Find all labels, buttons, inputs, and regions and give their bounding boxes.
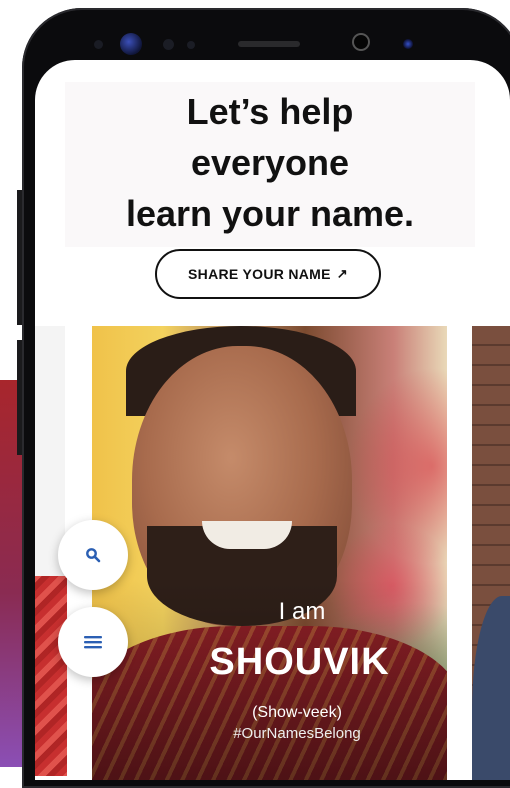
phone-sensor bbox=[94, 40, 103, 49]
name-card[interactable]: I am SHOUVIK (Show-veek) #OurNamesBelong bbox=[92, 326, 447, 780]
carousel-gap bbox=[35, 326, 65, 576]
phone-sensor bbox=[163, 39, 174, 50]
hero-headline: Let’s help everyone learn your name. bbox=[65, 86, 475, 239]
share-your-name-button[interactable]: SHARE YOUR NAME ↗ bbox=[155, 249, 381, 299]
card-intro-text: I am bbox=[278, 598, 326, 625]
card-pronunciation: (Show-veek) bbox=[252, 704, 342, 721]
arrow-up-right-icon: ↗ bbox=[336, 266, 348, 281]
search-icon bbox=[86, 548, 101, 563]
phone-sensor bbox=[187, 41, 195, 49]
card-name: SHOUVIK bbox=[209, 641, 390, 683]
iris-scanner bbox=[352, 33, 370, 51]
search-button[interactable] bbox=[58, 520, 128, 590]
headline-line: learn your name. bbox=[125, 193, 415, 234]
phone-sensor bbox=[403, 39, 413, 49]
headline-line: Let’s help bbox=[186, 91, 354, 132]
menu-button[interactable] bbox=[58, 607, 128, 677]
card-hashtag: #OurNamesBelong bbox=[233, 725, 361, 742]
share-button-label: SHARE YOUR NAME bbox=[188, 266, 331, 282]
earpiece-speaker bbox=[238, 41, 300, 47]
previous-name-card[interactable] bbox=[35, 576, 67, 776]
headline-line: everyone bbox=[190, 142, 350, 183]
hamburger-menu-icon bbox=[84, 636, 102, 649]
front-camera bbox=[120, 33, 142, 55]
